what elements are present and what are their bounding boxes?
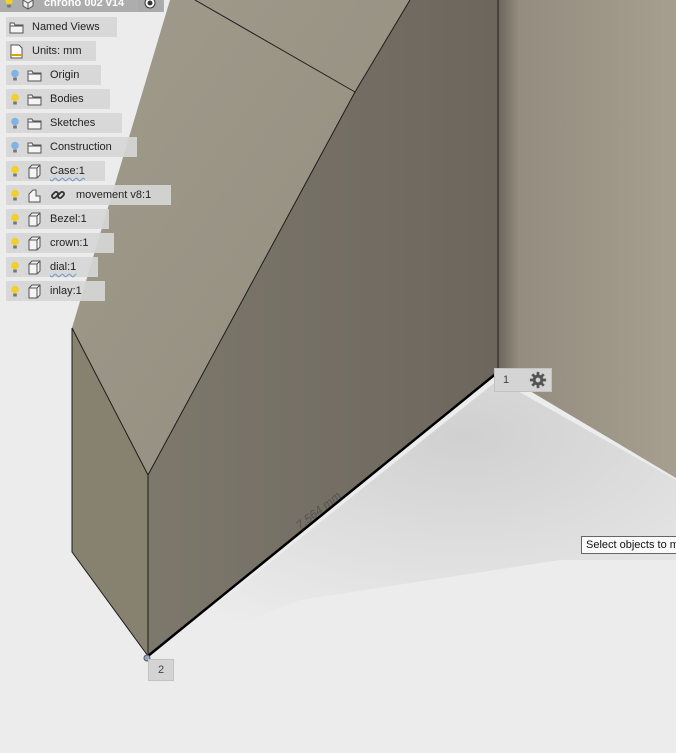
bulb-icon[interactable]	[6, 89, 24, 109]
bulb-icon[interactable]	[6, 161, 24, 181]
component-icon	[18, 0, 38, 13]
component-icon	[24, 257, 44, 277]
browser-item-origin[interactable]: Origin	[6, 65, 101, 85]
document-title: chrono 002 v14	[44, 0, 125, 9]
browser-item-bodies[interactable]: Bodies	[6, 89, 110, 109]
radio-icon[interactable]	[144, 0, 156, 9]
browser-item-movement[interactable]: movement v8:1	[6, 185, 171, 205]
browser-item-label: Origin	[50, 69, 80, 81]
browser-item-bezel[interactable]: Bezel:1	[6, 209, 109, 229]
link-icon	[48, 185, 68, 205]
component-icon	[24, 281, 44, 301]
browser-item-dial[interactable]: dial:1	[6, 257, 98, 277]
bulb-icon[interactable]	[6, 281, 24, 301]
bulb-icon[interactable]	[6, 137, 24, 157]
folder-icon	[24, 65, 44, 85]
browser-item-label: inlay:1	[50, 285, 82, 297]
browser-tree: chrono 002 v14 Named Views Units: mm Ori…	[0, 0, 200, 310]
browser-item-label: Sketches	[50, 117, 96, 129]
units-row[interactable]: Units: mm	[6, 41, 96, 61]
browser-item-label: Bezel:1	[50, 213, 87, 225]
activate-button[interactable]	[138, 0, 162, 12]
browser-item-label: Bodies	[50, 93, 84, 105]
browser-item-crown[interactable]: crown:1	[6, 233, 114, 253]
linked-component-icon	[24, 185, 44, 205]
component-icon	[24, 233, 44, 253]
folder-icon	[24, 137, 44, 157]
folder-icon	[24, 89, 44, 109]
bulb-icon[interactable]	[6, 113, 24, 133]
browser-item-label: Construction	[50, 141, 112, 153]
tooltip: Select objects to m	[581, 536, 676, 554]
browser-item-case[interactable]: Case:1	[6, 161, 105, 181]
browser-item-construction[interactable]: Construction	[6, 137, 137, 157]
folder-icon	[6, 17, 26, 37]
named-views-row[interactable]: Named Views	[6, 17, 117, 37]
bulb-icon[interactable]	[0, 0, 18, 13]
bulb-icon[interactable]	[6, 65, 24, 85]
units-label: Units: mm	[32, 45, 82, 57]
bulb-icon[interactable]	[6, 209, 24, 229]
folder-icon	[24, 113, 44, 133]
browser-item-sketches[interactable]: Sketches	[6, 113, 122, 133]
bulb-icon[interactable]	[6, 257, 24, 277]
vertex-badge-2[interactable]: 2	[148, 659, 174, 681]
browser-item-label: dial:1	[50, 261, 77, 273]
vertex-2-number: 2	[157, 664, 165, 676]
bulb-icon[interactable]	[6, 185, 24, 205]
gear-icon[interactable]	[529, 371, 547, 389]
browser-item-label: Case:1	[50, 165, 85, 177]
bulb-icon[interactable]	[6, 233, 24, 253]
vertex-1-number: 1	[503, 374, 510, 386]
document-icon	[6, 41, 26, 61]
browser-item-label: movement v8:1	[76, 189, 152, 201]
browser-item-inlay[interactable]: inlay:1	[6, 281, 105, 301]
component-icon	[24, 209, 44, 229]
vertex-badge-1[interactable]: 1	[494, 368, 552, 392]
browser-item-label: crown:1	[50, 237, 89, 249]
component-icon	[24, 161, 44, 181]
tooltip-text: Select objects to m	[586, 539, 676, 551]
named-views-label: Named Views	[32, 21, 100, 33]
